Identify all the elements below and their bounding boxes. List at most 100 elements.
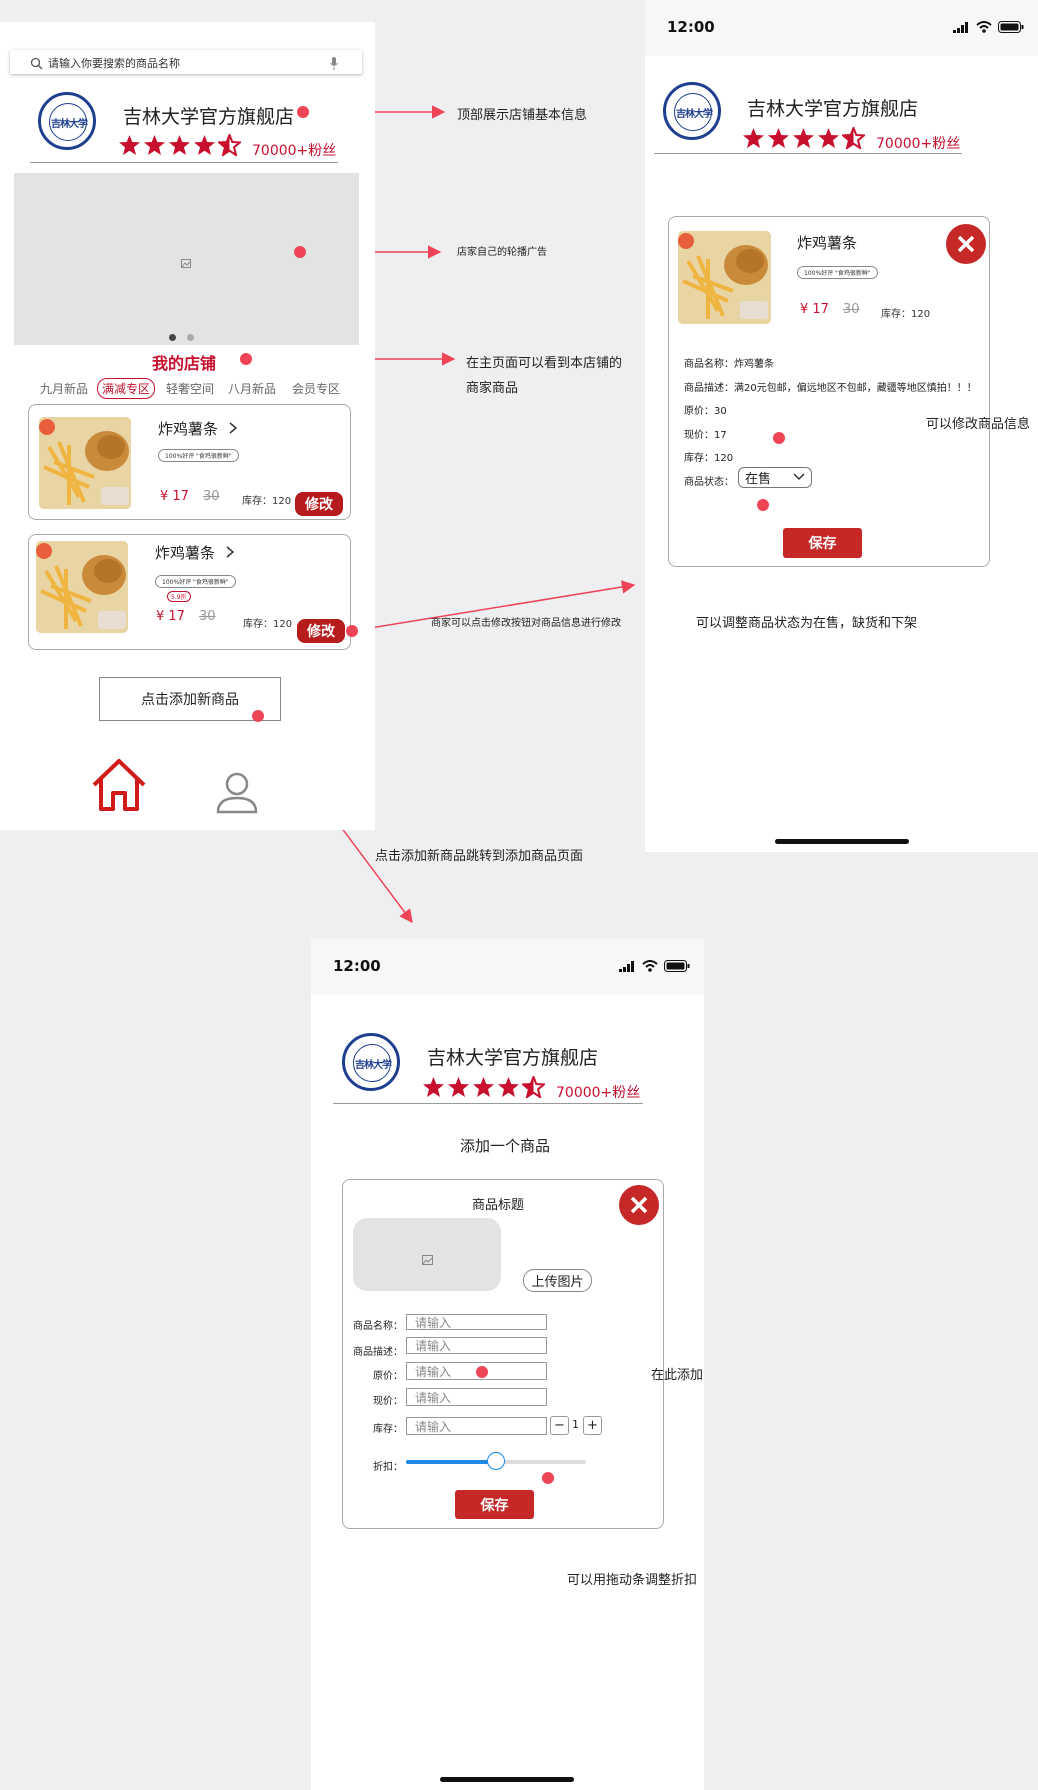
save-button[interactable]: 保存 xyxy=(455,1490,534,1519)
annotation-discount-slider: 可以用拖动条调整折扣 xyxy=(567,1573,698,1588)
edit-button[interactable]: 修改 xyxy=(295,492,343,516)
save-button[interactable]: 保存 xyxy=(783,528,862,558)
upload-image-button[interactable]: 上传图片 xyxy=(523,1269,592,1292)
annotation-dot xyxy=(240,353,252,365)
current-price: ¥ 17 xyxy=(800,302,829,317)
signal-icon xyxy=(619,957,636,976)
image-placeholder[interactable] xyxy=(353,1218,501,1291)
tab-member-zone[interactable]: 会员专区 xyxy=(292,380,340,397)
user-icon[interactable] xyxy=(215,772,259,818)
stock: 库存：120 xyxy=(881,309,931,320)
signal-icon xyxy=(953,18,970,37)
review-badge: 100%好评 "食鸡很新鲜" xyxy=(155,575,236,588)
discount-label: 折扣： xyxy=(373,1462,403,1473)
chevron-right-icon[interactable] xyxy=(226,544,234,562)
divider xyxy=(30,162,338,163)
mic-icon[interactable] xyxy=(330,55,338,74)
field-label-stock: 库存： xyxy=(373,1424,403,1435)
product-card[interactable]: 炸鸡薯条 100%好评 "食鸡很新鲜" 5.9折 ¥ 17 30 库存：120 … xyxy=(28,534,351,650)
clock: 12:00 xyxy=(667,18,715,36)
shop-name: 吉林大学官方旗舰店 xyxy=(747,98,919,120)
fans-count: 70000+粉丝 xyxy=(556,1085,641,1101)
shop-name: 吉林大学官方旗舰店 xyxy=(427,1047,599,1069)
tab-light-luxury[interactable]: 轻奢空间 xyxy=(166,380,214,397)
status-label: 商品状态： xyxy=(684,477,734,488)
annotation-dot xyxy=(542,1472,554,1484)
slider-fill xyxy=(406,1460,496,1464)
edit-button[interactable]: 修改 xyxy=(297,619,345,643)
annotation-products-l2: 商家商品 xyxy=(466,381,519,396)
carousel-dot[interactable] xyxy=(187,334,194,341)
carousel-dot-active[interactable] xyxy=(169,334,176,341)
rating-stars xyxy=(742,127,865,149)
discount-slider[interactable] xyxy=(406,1452,586,1470)
field-label-name: 商品名称： xyxy=(353,1321,403,1332)
annotation-dot xyxy=(476,1366,488,1378)
stock-input[interactable]: 请输入 xyxy=(406,1417,547,1435)
discount-badge: 5.9折 xyxy=(167,591,191,602)
tab-aug-new[interactable]: 八月新品 xyxy=(228,380,276,397)
detail-current-price: 现价：17 xyxy=(684,430,727,441)
search-input[interactable]: 请输入你要搜索的商品名称 xyxy=(48,55,180,71)
home-icon[interactable] xyxy=(90,757,148,817)
divider xyxy=(333,1103,643,1104)
battery-icon xyxy=(664,957,690,976)
review-badge: 100%好评 "食鸡很新鲜" xyxy=(158,449,239,462)
page-heading: 添加一个商品 xyxy=(460,1137,551,1155)
tab-sept-new[interactable]: 九月新品 xyxy=(40,380,88,397)
increment-button[interactable]: + xyxy=(583,1416,602,1435)
annotation-dot xyxy=(252,710,264,722)
annotation-dot xyxy=(773,432,785,444)
banner-carousel[interactable] xyxy=(14,173,359,345)
annotation-products-l1: 在主页面可以看到本店铺的 xyxy=(466,356,623,371)
close-icon[interactable] xyxy=(946,224,986,264)
annotation-edit: 商家可以点击修改按钮对商品信息进行修改 xyxy=(431,618,621,629)
university-logo: 吉林大学 xyxy=(342,1033,400,1091)
product-image xyxy=(36,541,128,633)
annotation-dot xyxy=(757,499,769,511)
decrement-button[interactable]: − xyxy=(550,1416,569,1435)
detail-name: 商品名称：炸鸡薯条 xyxy=(684,359,774,370)
product-card[interactable]: 炸鸡薯条 100%好评 "食鸡很新鲜" ¥ 17 30 库存：120 修改 xyxy=(28,404,351,520)
stepper-value: 1 xyxy=(572,1418,579,1431)
original-price: 30 xyxy=(203,489,220,504)
slider-thumb[interactable] xyxy=(487,1452,505,1470)
chevron-right-icon[interactable] xyxy=(229,420,237,438)
rating-stars xyxy=(422,1076,545,1098)
battery-icon xyxy=(998,18,1024,37)
fans-count: 70000+粉丝 xyxy=(876,136,961,152)
wifi-icon xyxy=(642,957,658,976)
form-title: 商品标题 xyxy=(472,1198,525,1213)
description-input[interactable]: 请输入 xyxy=(406,1337,547,1354)
stock: 库存：120 xyxy=(242,496,292,507)
rating-stars xyxy=(118,134,241,156)
review-badge: 100%好评 "食鸡很新鲜" xyxy=(797,266,878,279)
current-price-input[interactable]: 请输入 xyxy=(406,1388,547,1406)
name-input[interactable]: 请输入 xyxy=(406,1314,547,1330)
status-select[interactable]: 在售 xyxy=(738,467,812,488)
annotation-status: 可以调整商品状态为在售，缺货和下架 xyxy=(696,616,918,631)
field-label-original-price: 原价： xyxy=(373,1371,403,1382)
detail-description: 商品描述：满20元包邮，偏远地区不包邮，藏疆等地区慎拍！！！ xyxy=(684,383,977,394)
search-bar[interactable]: 请输入你要搜索的商品名称 xyxy=(10,50,362,74)
clock: 12:00 xyxy=(333,957,381,975)
home-indicator xyxy=(775,839,909,844)
add-product-screen: 12:00 吉林大学 吉林大学官方旗舰店 70000+粉丝 添加一个商品 商品标… xyxy=(311,939,704,1790)
status-bar: 12:00 xyxy=(311,939,704,995)
annotation-dot xyxy=(297,106,309,118)
status-value: 在售 xyxy=(745,472,772,487)
annotation-modify-info: 可以修改商品信息 xyxy=(926,417,1031,432)
detail-stock: 库存：120 xyxy=(684,453,734,464)
shop-name: 吉林大学官方旗舰店 xyxy=(123,106,295,128)
annotation-add-here: 在此添加 xyxy=(651,1368,704,1383)
annotation-add-product: 点击添加新商品跳转到添加商品页面 xyxy=(375,849,584,864)
chevron-down-icon xyxy=(793,470,805,485)
original-price: 30 xyxy=(843,302,860,317)
close-icon[interactable] xyxy=(619,1185,659,1225)
university-logo: 吉林大学 xyxy=(663,82,721,140)
stock: 库存：120 xyxy=(243,619,293,630)
product-title: 炸鸡薯条 xyxy=(158,418,237,439)
tab-discount-zone[interactable]: 满减专区 xyxy=(97,378,156,399)
annotation-shop-info: 顶部展示店铺基本信息 xyxy=(457,108,588,123)
field-label-current-price: 现价： xyxy=(373,1396,403,1407)
